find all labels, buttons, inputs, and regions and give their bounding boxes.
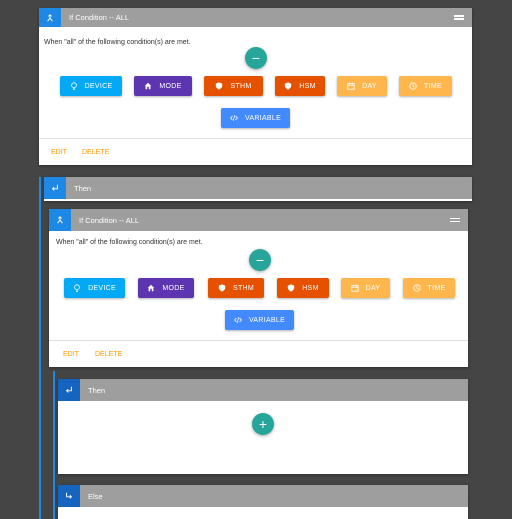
merge-icon — [39, 8, 61, 27]
code-icon — [234, 317, 242, 323]
outer-condition-header[interactable]: If Condition -- ALL — [39, 8, 472, 27]
hsm-button[interactable]: HSM — [275, 76, 325, 96]
plus-icon: + — [258, 416, 268, 432]
drag-handle-icon[interactable] — [454, 15, 464, 20]
edit-link[interactable]: EDIT — [51, 149, 67, 156]
else-title: Else — [88, 491, 103, 501]
home-icon — [148, 284, 155, 292]
subdirectory-arrow-icon — [58, 485, 80, 507]
day-button[interactable]: DAY — [337, 76, 387, 96]
return-arrow-icon — [44, 177, 66, 199]
then-title: Then — [74, 183, 92, 193]
calendar-icon — [351, 284, 359, 292]
inner-then-title: Then — [88, 385, 106, 395]
then-branch-line — [39, 177, 41, 519]
device-button[interactable]: DEVICE — [64, 278, 125, 298]
inner-then-card: Then + — [58, 379, 468, 474]
time-button[interactable]: TIME — [403, 278, 455, 298]
time-button[interactable]: TIME — [399, 76, 452, 96]
lightbulb-icon — [74, 284, 80, 292]
delete-link[interactable]: DELETE — [82, 149, 109, 156]
then-header[interactable]: Then — [44, 177, 472, 199]
mode-button[interactable]: MODE — [138, 278, 194, 298]
device-button[interactable]: DEVICE — [60, 76, 122, 96]
code-icon — [230, 115, 238, 121]
minus-icon: − — [255, 252, 265, 268]
then-card: Then — [44, 177, 472, 201]
return-arrow-icon — [58, 379, 80, 401]
shield-icon — [288, 284, 295, 292]
add-action-button[interactable]: + — [252, 413, 274, 435]
calendar-icon — [347, 82, 355, 90]
inner-condition-header[interactable]: If Condition -- ALL — [49, 209, 468, 231]
clock-icon — [412, 284, 421, 292]
merge-icon — [49, 209, 71, 231]
delete-link[interactable]: DELETE — [95, 351, 122, 358]
else-card: Else — [58, 485, 468, 519]
inner-condition-description: When "all" of the following condition(s)… — [56, 239, 203, 246]
inner-condition-card: If Condition -- ALL When "all" of the fo… — [49, 209, 468, 367]
sthm-button[interactable]: STHM — [204, 76, 263, 96]
variable-button[interactable]: VARIABLE — [225, 310, 294, 330]
home-icon — [145, 82, 152, 90]
clock-icon — [409, 82, 417, 90]
shield-icon — [218, 284, 226, 292]
edit-link[interactable]: EDIT — [63, 351, 79, 358]
divider — [39, 138, 472, 139]
hsm-button[interactable]: HSM — [277, 278, 329, 298]
lightbulb-icon — [70, 82, 77, 90]
outer-condition-card: If Condition -- ALL When "all" of the fo… — [39, 8, 472, 165]
drag-handle-icon[interactable] — [450, 217, 460, 223]
remove-condition-button[interactable]: − — [249, 249, 271, 271]
minus-icon: − — [251, 50, 261, 66]
sthm-button[interactable]: STHM — [208, 278, 264, 298]
inner-then-header[interactable]: Then — [58, 379, 468, 401]
outer-condition-description: When "all" of the following condition(s)… — [44, 39, 191, 46]
mode-button[interactable]: MODE — [134, 76, 192, 96]
else-header[interactable]: Else — [58, 485, 468, 507]
outer-condition-title: If Condition -- ALL — [69, 13, 130, 22]
inner-then-branch-line — [53, 371, 55, 519]
day-button[interactable]: DAY — [341, 278, 390, 298]
variable-button[interactable]: VARIABLE — [221, 108, 290, 128]
divider — [49, 340, 468, 341]
shield-icon — [285, 82, 292, 90]
inner-condition-title: If Condition -- ALL — [79, 215, 140, 225]
remove-condition-button[interactable]: − — [245, 47, 267, 69]
shield-icon — [216, 82, 223, 90]
